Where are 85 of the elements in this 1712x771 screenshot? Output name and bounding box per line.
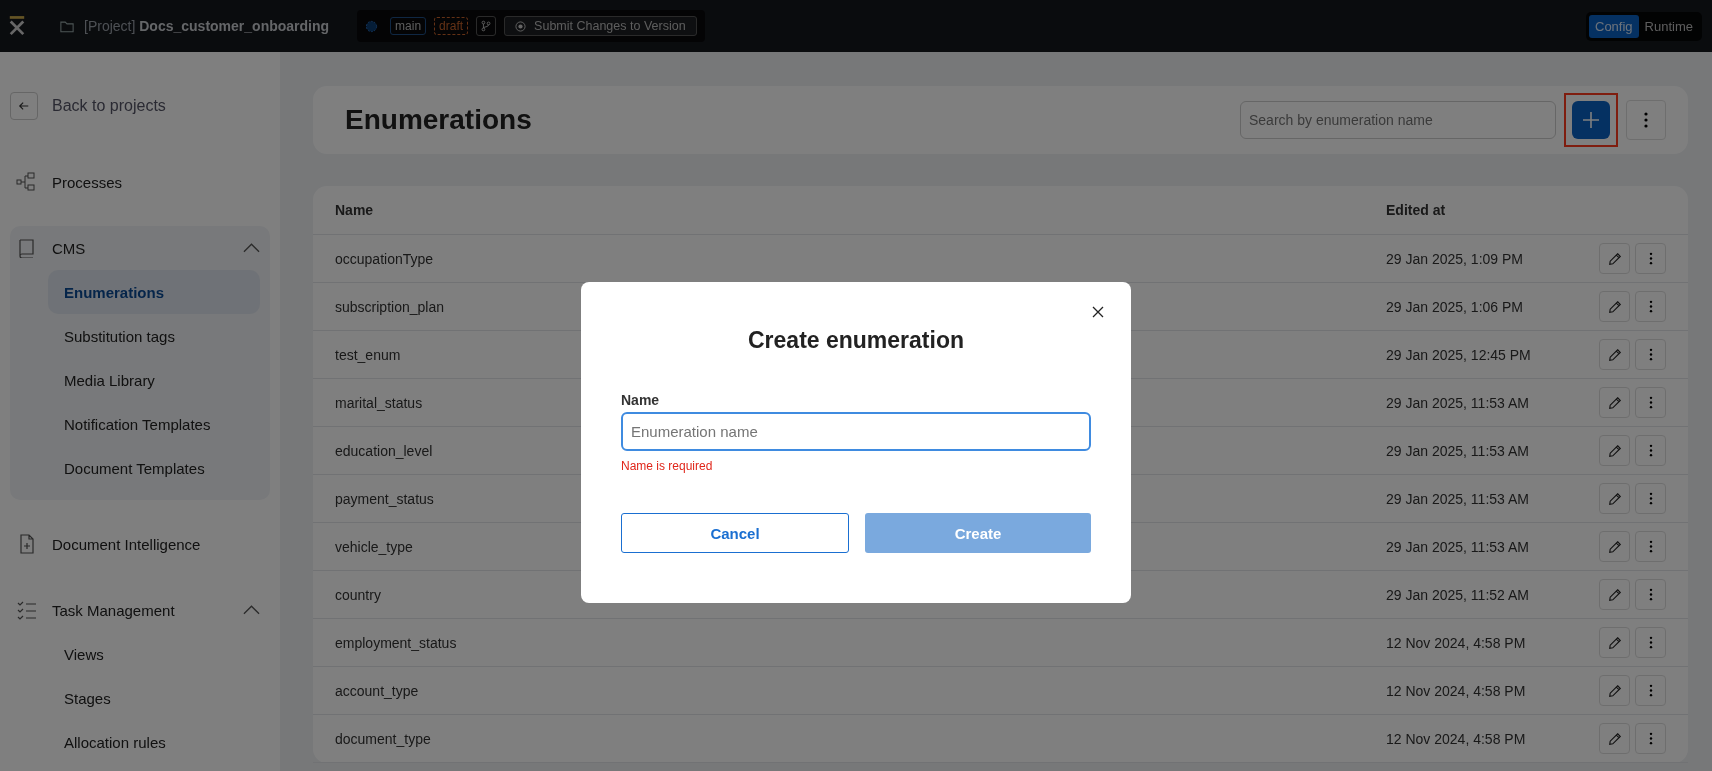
edit-icon[interactable] [1599, 243, 1630, 274]
edit-icon[interactable] [1599, 387, 1630, 418]
column-header: Edited at [1386, 202, 1447, 218]
more-icon[interactable] [1635, 339, 1666, 370]
table-cell: account_type [335, 682, 419, 699]
logo-icon [8, 16, 26, 36]
record-icon [515, 20, 527, 32]
more-icon[interactable] [1635, 627, 1666, 658]
more-icon[interactable] [1635, 531, 1666, 562]
table-cell-text: 29 Jan 2025, 11:53 AM [1386, 490, 1530, 507]
nav-subitem[interactable]: Allocation rules [48, 720, 260, 764]
table-cell: vehicle_type [335, 538, 413, 555]
cancel-button[interactable]: Cancel [621, 513, 849, 553]
nav-subitem[interactable]: Views [48, 632, 260, 676]
nav-subitem[interactable]: Media Library [48, 358, 260, 402]
status-dot-icon [365, 19, 379, 33]
more-icon[interactable] [1635, 387, 1666, 418]
more-icon[interactable] [1635, 483, 1666, 514]
nav-item[interactable]: CMS [52, 239, 86, 257]
table-cell: country [335, 586, 381, 603]
name-input-field[interactable]: Enumeration name [621, 412, 1091, 451]
more-icon[interactable] [1635, 291, 1666, 322]
nav-subitem[interactable]: Document Templates [48, 446, 260, 490]
edit-icon[interactable] [1599, 531, 1630, 562]
column-header: Name [335, 202, 375, 218]
table-cell-text: 29 Jan 2025, 11:53 AM [1386, 442, 1530, 459]
edit-icon[interactable] [1599, 291, 1630, 322]
nav-subitem[interactable]: Substitution tags [48, 314, 260, 358]
table-cell-text: 29 Jan 2025, 11:53 AM [1386, 394, 1530, 411]
field-label: Name [621, 392, 661, 408]
more-icon[interactable] [1635, 675, 1666, 706]
table-cell: test_enum [335, 346, 401, 363]
table-cell: education_level [335, 442, 433, 459]
page-title: Enumerations [345, 104, 533, 136]
branch-icon[interactable] [476, 16, 497, 36]
nav-subitem[interactable]: Enumerations [48, 270, 260, 314]
checklist-icon [16, 600, 38, 620]
more-icon[interactable] [1635, 435, 1666, 466]
mode-tab[interactable]: Config [1589, 14, 1639, 38]
table-cell-text: 12 Nov 2024, 4:58 PM [1386, 634, 1527, 651]
table-cell: occupationType [335, 250, 434, 267]
plus-icon [1581, 110, 1601, 130]
table-cell: marital_status [335, 394, 423, 411]
table-cell-text: 12 Nov 2024, 4:58 PM [1386, 730, 1527, 747]
project-name: [Project] Docs_customer_onboarding [84, 18, 330, 34]
table-cell: employment_status [335, 634, 457, 651]
chevron-icon[interactable] [243, 605, 260, 615]
table-cell-text: 29 Jan 2025, 1:06 PM [1386, 298, 1524, 315]
table-cell: payment_status [335, 490, 434, 507]
more-icon[interactable] [1635, 579, 1666, 610]
error-message: Name is required [621, 459, 714, 473]
add-button[interactable] [1572, 101, 1610, 139]
mode-tab[interactable]: Runtime [1638, 14, 1699, 38]
nav-subitem[interactable]: Notification Templates [48, 402, 260, 446]
table-cell-text: 29 Jan 2025, 12:45 PM [1386, 346, 1532, 363]
table-cell: subscription_plan [335, 298, 444, 315]
edit-icon[interactable] [1599, 435, 1630, 466]
back-link[interactable]: Back to projects [52, 97, 166, 115]
nav-subitem[interactable]: Stages [48, 676, 260, 720]
folder-icon [60, 19, 74, 33]
nav-item[interactable]: Document Intelligence [52, 535, 201, 553]
edit-icon[interactable] [1599, 483, 1630, 514]
edit-icon[interactable] [1599, 579, 1630, 610]
dialog-title: Create enumeration [747, 327, 965, 354]
flow-icon [16, 172, 38, 192]
edit-icon[interactable] [1599, 627, 1630, 658]
search-field[interactable]: Search by enumeration name [1240, 101, 1556, 139]
status-tag: draft [434, 17, 469, 35]
table-cell-text: 12 Nov 2024, 4:58 PM [1386, 682, 1527, 699]
table-cell-text: 29 Jan 2025, 11:53 AM [1386, 538, 1530, 555]
more-icon[interactable] [1635, 723, 1666, 754]
nav-item[interactable]: Processes [52, 173, 123, 191]
edit-icon[interactable] [1599, 675, 1630, 706]
edit-icon[interactable] [1599, 723, 1630, 754]
chevron-icon[interactable] [243, 243, 260, 253]
nav-item[interactable]: Task Management [52, 601, 175, 619]
table-cell: document_type [335, 730, 431, 747]
branch-tag[interactable]: main [390, 17, 427, 35]
close-icon[interactable] [1091, 306, 1105, 320]
table-cell-text: 29 Jan 2025, 11:52 AM [1386, 586, 1530, 603]
more-icon[interactable] [1626, 100, 1666, 140]
edit-icon[interactable] [1599, 339, 1630, 370]
submit-button[interactable]: Submit Changes to Version [504, 16, 697, 36]
table-cell-text: 29 Jan 2025, 1:09 PM [1386, 250, 1524, 267]
more-icon[interactable] [1635, 243, 1666, 274]
